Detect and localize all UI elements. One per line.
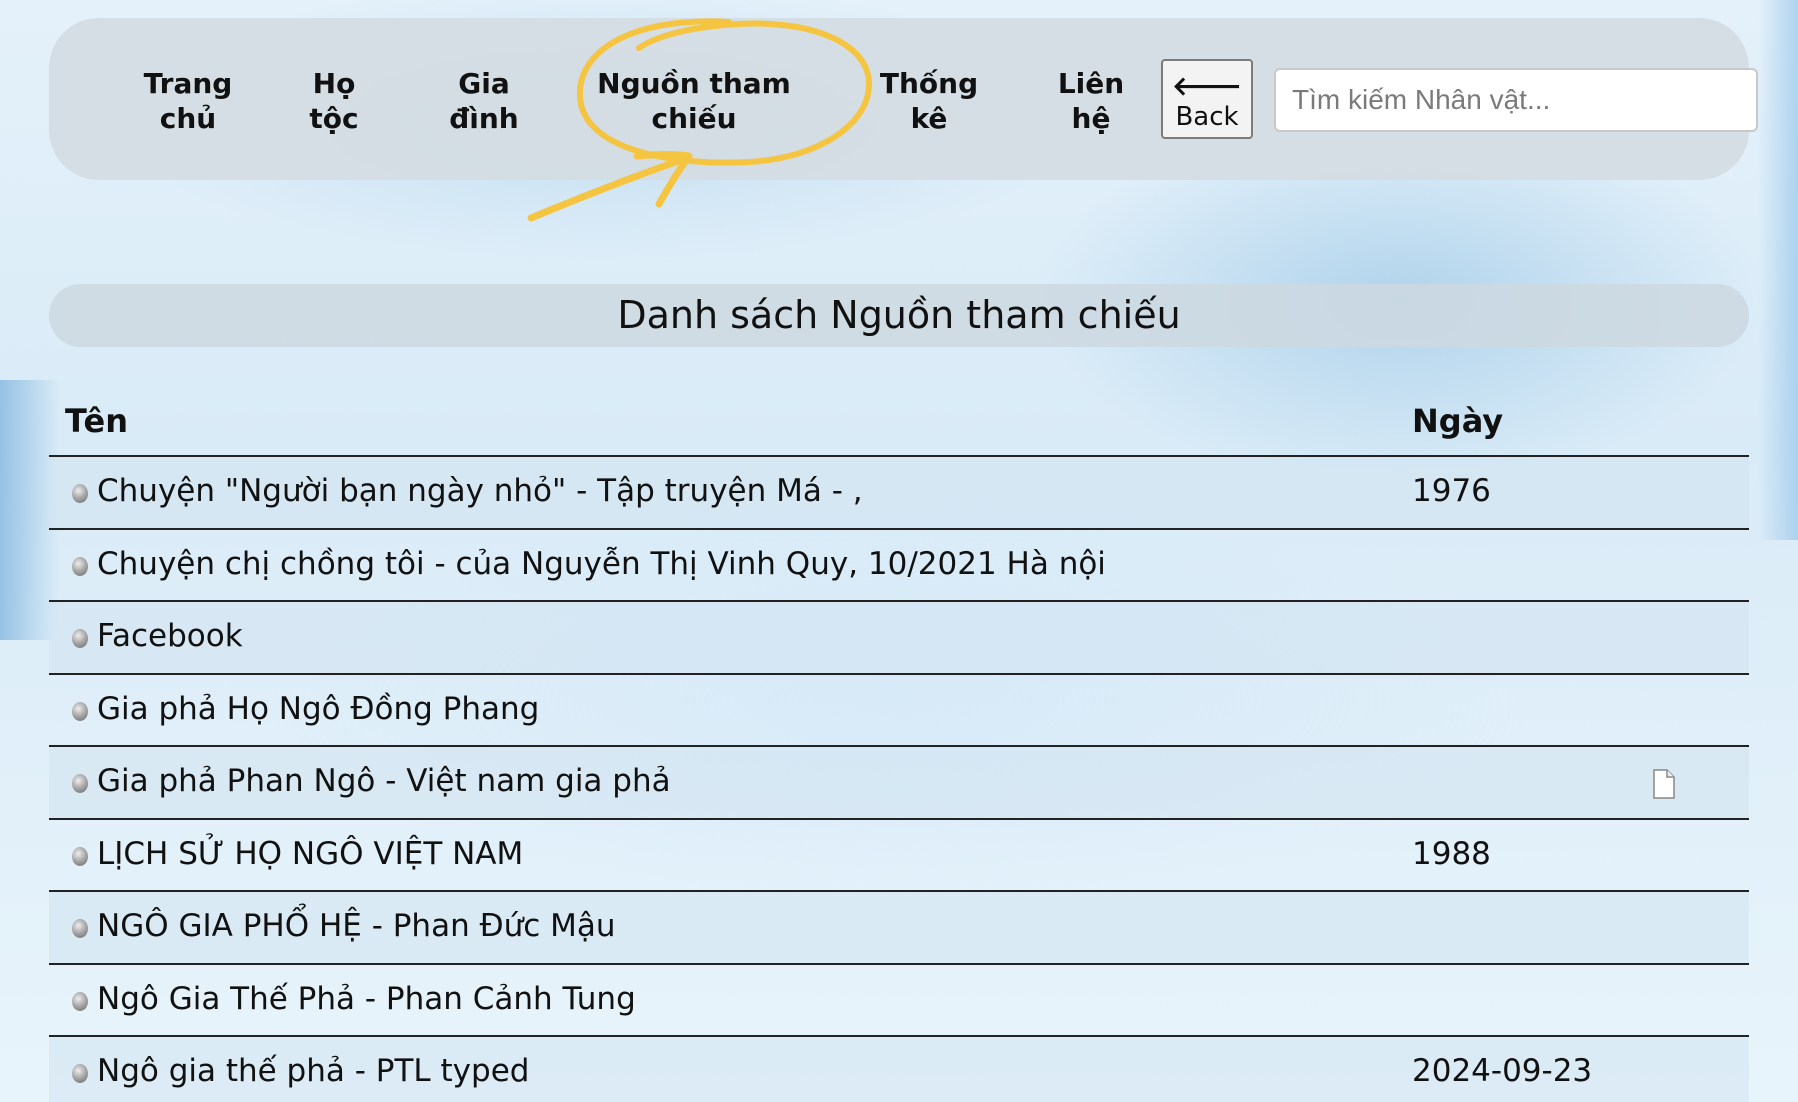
table-row: Ngô Gia Thế Phả - Phan Cảnh Tung: [49, 965, 1749, 1037]
back-button-label: Back: [1175, 102, 1239, 132]
source-date: 2024-09-23: [1412, 1053, 1593, 1089]
source-date: 1976: [1412, 473, 1491, 509]
nav-item-label: hệ: [1071, 102, 1111, 135]
source-name-link[interactable]: LỊCH SỬ HỌ NGÔ VIỆT NAM: [97, 836, 523, 872]
source-date: 1988: [1412, 835, 1491, 872]
table-row: Facebook: [49, 602, 1749, 675]
nav-item-label: Họ: [312, 67, 356, 100]
nav-item-home[interactable]: Trang chủ: [117, 66, 259, 136]
table-row: Chuyện chị chồng tôi - của Nguyễn Thị Vi…: [49, 530, 1749, 602]
page-title: Danh sách Nguồn tham chiếu: [49, 284, 1749, 347]
document-icon[interactable]: [1652, 769, 1676, 799]
nav-item-label: đình: [449, 102, 519, 135]
bullet-icon: [72, 1064, 88, 1083]
column-header-date: Ngày: [1412, 402, 1504, 440]
search-input[interactable]: [1274, 68, 1758, 132]
sources-table: Tên Ngày Chuyện "Người bạn ngày nhỏ" - T…: [49, 386, 1749, 1102]
nav-item-label: Thống: [879, 67, 979, 100]
bullet-icon: [72, 484, 88, 503]
nav-item-label: Trang: [143, 67, 233, 100]
table-row: Ngô gia thế phả - PTL typed 2024-09-23: [49, 1037, 1749, 1102]
nav-item-families[interactable]: Gia đình: [439, 66, 529, 136]
highlight-arrow-annotation: [527, 151, 693, 222]
bullet-icon: [72, 919, 88, 938]
bullet-icon: [72, 991, 88, 1011]
source-name-link[interactable]: Chuyện chị chồng tôi - của Nguyễn Thị Vi…: [97, 546, 1106, 582]
nav-item-label: Gia: [458, 67, 510, 100]
source-name-link[interactable]: Gia phả Họ Ngô Đồng Phang: [97, 691, 539, 727]
nav-item-label: kê: [910, 102, 948, 135]
bullet-icon: [72, 774, 88, 793]
source-name-link[interactable]: Ngô Gia Thế Phả - Phan Cảnh Tung: [97, 981, 636, 1017]
table-row: Gia phả Họ Ngô Đồng Phang: [49, 675, 1749, 747]
source-name-link[interactable]: Facebook: [97, 618, 243, 654]
nav-item-contact[interactable]: Liên hệ: [1049, 66, 1133, 136]
nav-item-label: tộc: [309, 102, 359, 135]
top-navbar: Trang chủ Họ tộc Gia đình Nguồn tham chi…: [49, 18, 1758, 222]
bullet-icon: [72, 701, 88, 721]
arrow-left-icon: 🡐: [1172, 72, 1242, 102]
source-name-link[interactable]: Ngô gia thế phả - PTL typed: [97, 1053, 529, 1089]
source-name-link[interactable]: NGÔ GIA PHỔ HỆ - Phan Đức Mậu: [97, 908, 616, 944]
bullet-icon: [72, 846, 88, 866]
table-row: NGÔ GIA PHỔ HỆ - Phan Đức Mậu: [49, 892, 1749, 965]
nav-item-label: chủ: [159, 102, 217, 135]
table-row: Chuyện "Người bạn ngày nhỏ" - Tập truyện…: [49, 457, 1749, 530]
source-name-link[interactable]: Gia phả Phan Ngô - Việt nam gia phả: [97, 763, 671, 799]
nav-item-label: Nguồn tham: [597, 67, 791, 100]
table-header: Tên Ngày: [49, 386, 1749, 457]
bullet-icon: [72, 629, 88, 648]
table-row: Gia phả Phan Ngô - Việt nam gia phả: [49, 747, 1749, 820]
column-header-name: Tên: [65, 402, 128, 440]
source-name-link[interactable]: Chuyện "Người bạn ngày nhỏ" - Tập truyện…: [97, 473, 863, 509]
table-row: LỊCH SỬ HỌ NGÔ VIỆT NAM 1988: [49, 820, 1749, 892]
nav-item-label: Liên: [1057, 67, 1125, 100]
nav-item-clans[interactable]: Họ tộc: [289, 66, 379, 136]
back-button[interactable]: 🡐 Back: [1161, 59, 1253, 139]
nav-item-label: chiếu: [651, 102, 737, 135]
background-wave-right: [1758, 0, 1798, 540]
nav-item-sources[interactable]: Nguồn tham chiếu: [594, 66, 794, 136]
bullet-icon: [72, 556, 88, 576]
nav-item-statistics[interactable]: Thống kê: [864, 66, 994, 136]
